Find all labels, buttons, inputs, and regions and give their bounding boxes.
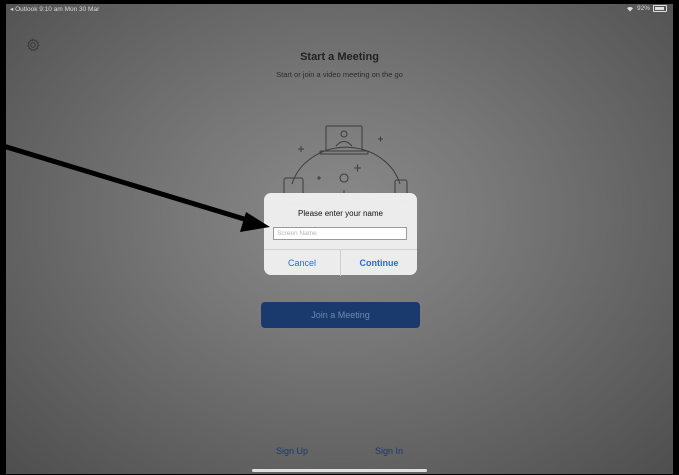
sign-up-link[interactable]: Sign Up	[276, 446, 308, 456]
wifi-icon	[626, 6, 633, 11]
screen-name-input[interactable]	[273, 227, 407, 240]
page-subtitle: Start or join a video meeting on the go	[276, 70, 403, 79]
dialog-title: Please enter your name	[298, 209, 383, 218]
battery-percent: 92%	[636, 5, 650, 12]
name-dialog: Please enter your name Cancel Continue	[264, 193, 417, 276]
page-title: Start a Meeting	[300, 51, 379, 63]
sign-in-link[interactable]: Sign In	[375, 446, 403, 456]
continue-button[interactable]: Continue	[341, 250, 417, 276]
app-screen: ◂ Outlook 9:10 am Mon 30 Mar 92% Start a…	[6, 4, 673, 474]
home-indicator	[252, 469, 427, 472]
status-bar-left: ◂ Outlook 9:10 am Mon 30 Mar	[10, 6, 100, 13]
cancel-button[interactable]: Cancel	[264, 250, 341, 276]
battery-icon	[653, 5, 667, 12]
join-meeting-button[interactable]: Join a Meeting	[261, 302, 420, 328]
dialog-button-row: Cancel Continue	[264, 249, 417, 276]
status-bar-right: 92%	[626, 5, 667, 12]
